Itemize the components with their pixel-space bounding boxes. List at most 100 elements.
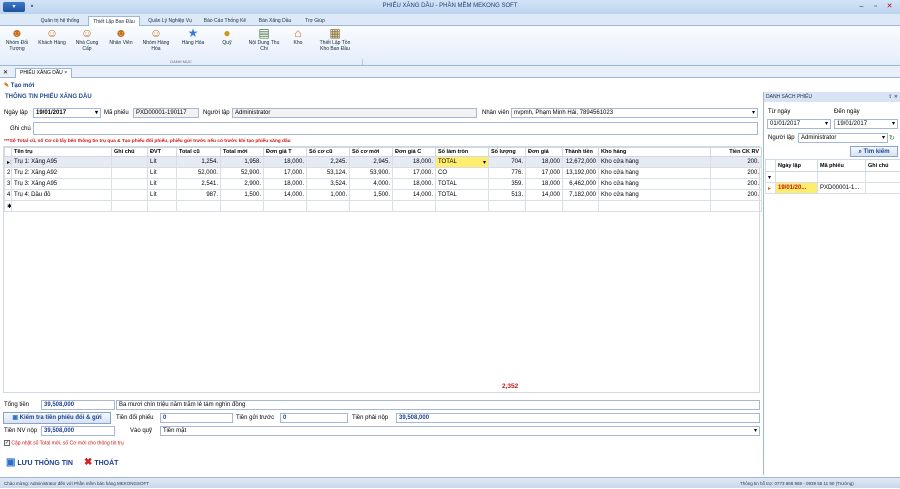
new-row-cell[interactable] — [711, 201, 762, 212]
cell-co-old[interactable]: 3,524. — [307, 179, 350, 190]
supplier-button[interactable]: ☺Nhà Cung Cấp — [72, 27, 102, 59]
list-item-code[interactable]: PXD00001-1... — [818, 183, 866, 194]
cell-price-c[interactable]: 14,000. — [393, 190, 436, 201]
new-row-cell[interactable] — [307, 201, 350, 212]
cell-ck[interactable]: 200. — [711, 190, 762, 201]
cell-price[interactable]: 18,000 — [526, 157, 563, 168]
col-ck[interactable]: Tiền CK RV — [711, 148, 762, 157]
cell-price-t[interactable]: 14,000. — [264, 190, 307, 201]
chevron-down-icon[interactable]: ▾ — [95, 109, 98, 117]
col-price[interactable]: Đơn giá — [526, 148, 563, 157]
new-row-cell[interactable] — [112, 201, 148, 212]
table-row[interactable]: 4 Trụ 4: Dầu đỏ Lít 987. 1,500. 14,000. … — [5, 190, 762, 201]
new-row-cell[interactable] — [221, 201, 264, 212]
cell-co-new[interactable]: 4,000. — [350, 179, 393, 190]
new-row-cell[interactable] — [393, 201, 436, 212]
table-row[interactable]: 2 Trụ 2: Xăng A92 Lít 52,000. 52,900. 17… — [5, 168, 762, 179]
note-field[interactable] — [33, 122, 758, 135]
cell-total-old[interactable]: 1,254. — [177, 157, 221, 168]
close-icon[interactable]: ✕ — [884, 2, 895, 11]
list-item[interactable]: ▸ 19/01/20... PXD00001-1... — [766, 183, 900, 194]
to-date-field[interactable]: 19/01/2017▾ — [834, 119, 898, 129]
cell-quantity[interactable]: 359. — [489, 179, 526, 190]
filter-cell[interactable] — [818, 172, 866, 183]
cell-amount[interactable]: 6,462,000 — [563, 179, 599, 190]
col-total-new[interactable]: Total mới — [221, 148, 264, 157]
list-item-note[interactable] — [866, 183, 900, 194]
chevron-down-icon[interactable]: ▾ — [483, 159, 486, 166]
tab-list-icon[interactable]: ✕ — [3, 69, 8, 76]
checkbox-icon[interactable]: ✓ — [4, 440, 10, 446]
cell-total-old[interactable]: 52,000. — [177, 168, 221, 179]
cell-price[interactable]: 17,000 — [526, 168, 563, 179]
warehouse-button[interactable]: ⌂Kho — [283, 27, 313, 59]
chevron-down-icon[interactable]: ▾ — [754, 427, 757, 435]
cell-price-t[interactable]: 18,000. — [264, 179, 307, 190]
cell-store[interactable]: Kho cửa hàng — [599, 179, 711, 190]
pin-icon[interactable]: ⇪ ✕ — [888, 92, 898, 102]
cell-pump-name[interactable]: Trụ 3: Xăng A95 — [12, 179, 112, 190]
cell-ck[interactable]: 200. — [711, 157, 762, 168]
refresh-icon[interactable]: ↻ — [889, 134, 895, 142]
new-row-cell[interactable] — [436, 201, 489, 212]
product-button[interactable]: ★Hàng Hóa — [178, 27, 208, 59]
cell-pump-name[interactable]: Trụ 4: Dầu đỏ — [12, 190, 112, 201]
chevron-down-icon[interactable]: ▾ — [892, 120, 895, 128]
new-row-cell[interactable] — [599, 201, 711, 212]
col-unit[interactable]: ĐVT — [148, 148, 177, 157]
cell-price-t[interactable]: 17,000. — [264, 168, 307, 179]
chevron-down-icon[interactable]: ▾ — [825, 120, 828, 128]
new-row-cell[interactable] — [350, 201, 393, 212]
cell-price[interactable]: 18,000 — [526, 179, 563, 190]
exit-button[interactable]: ✖ THOÁT — [84, 457, 118, 468]
cell-rounding-dropdown[interactable]: TOTAL▾ — [436, 157, 489, 168]
col-pump-name[interactable]: Tên trụ — [12, 148, 112, 157]
col-list-note[interactable]: Ghi chú — [866, 160, 900, 172]
cell-quantity[interactable]: 704. — [489, 157, 526, 168]
col-quantity[interactable]: Số lượng — [489, 148, 526, 157]
col-note[interactable]: Ghi chú — [112, 148, 148, 157]
cell-co-old[interactable]: 1,000. — [307, 190, 350, 201]
new-row-cell[interactable] — [148, 201, 177, 212]
cell-total-new[interactable]: 52,900. — [221, 168, 264, 179]
cell-quantity[interactable]: 513. — [489, 190, 526, 201]
cell-co-new[interactable]: 2,945. — [350, 157, 393, 168]
table-row[interactable]: ▸1 Trụ 1: Xăng A95 Lít 1,254. 1,958. 18,… — [5, 157, 762, 168]
cell-total-new[interactable]: 1,958. — [221, 157, 264, 168]
new-row-cell[interactable] — [12, 201, 112, 212]
cell-co-new[interactable]: 53,900. — [350, 168, 393, 179]
table-row[interactable]: 3 Trụ 3: Xăng A95 Lít 2,541. 2,900. 18,0… — [5, 179, 762, 190]
cell-unit[interactable]: Lít — [148, 190, 177, 201]
list-item-date[interactable]: 19/01/20... — [776, 183, 818, 194]
tab-operations[interactable]: Quản Lý Nghiệp Vụ — [142, 16, 198, 26]
new-row[interactable]: ✱ — [5, 201, 762, 212]
new-row-cell[interactable] — [264, 201, 307, 212]
cell-pump-name[interactable]: Trụ 2: Xăng A92 — [12, 168, 112, 179]
cell-price-c[interactable]: 18,000. — [393, 179, 436, 190]
update-checkbox[interactable]: ✓ Cập nhật số Total mới, số Cơ mới cho t… — [4, 440, 124, 446]
income-expense-button[interactable]: ▤Nội Dung Thu Chi — [248, 27, 280, 59]
document-tab[interactable]: PHIẾU XĂNG DẦU × — [15, 68, 72, 78]
fund-button[interactable]: ●Quỹ — [212, 27, 242, 59]
chevron-down-icon[interactable]: ▾ — [752, 109, 755, 117]
initial-inventory-button[interactable]: ▦Thiết Lập Tồn Kho Ban Đầu — [316, 27, 354, 59]
group-button[interactable]: ☻Nhóm Đối Tượng — [2, 27, 32, 59]
col-list-date[interactable]: Ngày lập — [776, 160, 818, 172]
cell-co-old[interactable]: 2,245. — [307, 157, 350, 168]
cell-amount[interactable]: 13,192,000 — [563, 168, 599, 179]
chevron-down-icon[interactable]: ▾ — [882, 134, 885, 142]
cell-note[interactable] — [112, 157, 148, 168]
cell-ck[interactable]: 200. — [711, 168, 762, 179]
cell-price-c[interactable]: 17,000. — [393, 168, 436, 179]
cell-price-c[interactable]: 18,000. — [393, 157, 436, 168]
employee-field[interactable]: nvpmh, Phạm Minh Hải, 7894561023▾ — [511, 108, 758, 118]
cell-price[interactable]: 14,000 — [526, 190, 563, 201]
cell-unit[interactable]: Lít — [148, 179, 177, 190]
cell-note[interactable] — [112, 168, 148, 179]
customer-button[interactable]: ☺Khách Hàng — [37, 27, 67, 59]
col-price-c[interactable]: Đơn giá C — [393, 148, 436, 157]
paid-field[interactable]: 39,508,000 — [41, 426, 115, 436]
maximize-icon[interactable]: ▫ — [870, 2, 881, 11]
cell-quantity[interactable]: 776. — [489, 168, 526, 179]
tab-fuel-sales[interactable]: Bán Xăng Dầu — [253, 16, 297, 26]
